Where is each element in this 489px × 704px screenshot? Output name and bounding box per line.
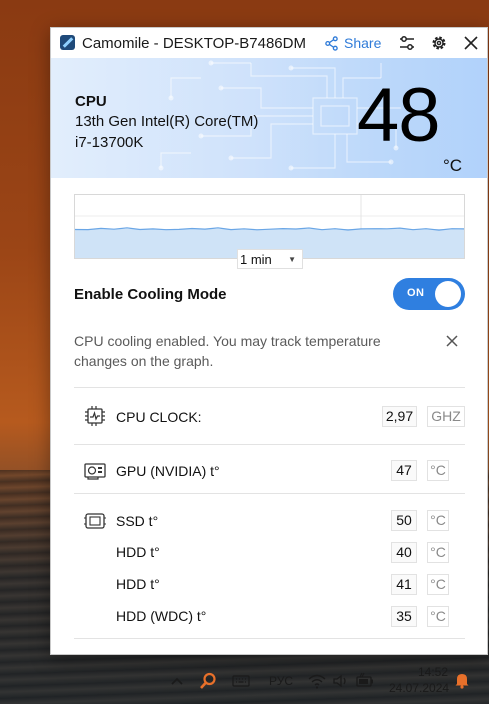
divider [74,493,465,494]
app-window: Camomile - DESKTOP-B7486DM Share CPU 13t… [50,27,488,655]
share-icon [325,35,338,51]
cpu-clock-label: CPU CLOCK: [116,409,202,425]
taskbar-clock-date[interactable]: 24.07.2024 [389,681,449,695]
graph-range-value: 1 min [240,251,272,267]
cpu-temperature-header: CPU 13th Gen Intel(R) Core(TM) i7-13700K… [51,58,487,178]
chevron-down-icon: ▼ [288,255,296,264]
gpu-temp-label: GPU (NVIDIA) t° [116,463,220,479]
cpu-model-name: 13th Gen Intel(R) Core(TM) i7-13700K [75,113,259,151]
wifi-icon[interactable] [307,671,327,691]
toggle-knob [435,281,461,307]
notification-bell-icon[interactable] [452,670,472,690]
gpu-temp-value: 47 [391,460,417,481]
dismiss-notice-icon[interactable] [445,334,459,348]
cooling-notice-text: CPU cooling enabled. You may track tempe… [74,333,381,369]
title-bar: Camomile - DESKTOP-B7486DM Share [51,28,487,58]
toggle-state-label: ON [407,287,425,299]
share-button[interactable]: Share [324,33,381,53]
chevron-up-icon[interactable] [167,671,187,691]
ssd-temp-value: 50 [391,510,417,531]
window-title: Camomile - DESKTOP-B7486DM [82,35,306,52]
hdd-temp-label: HDD t° [116,544,160,560]
hdd-wdc-temp-label: HDD (WDC) t° [116,608,207,624]
hdd-temp-value: 41 [391,574,417,595]
hdd-temp-label: HDD t° [116,576,160,592]
cooling-mode-label: Enable Cooling Mode [74,286,227,303]
gear-icon[interactable] [430,34,448,52]
hdd-temp-value: 40 [391,542,417,563]
cpu-clock-value: 2,97 [382,406,417,427]
gpu-temp-unit: °C [427,460,449,481]
hdd-wdc-temp-unit: °C [427,606,449,627]
share-label: Share [344,35,382,51]
speaker-icon[interactable] [331,671,351,691]
storage-drive-icon [84,513,106,529]
settings-sliders-icon[interactable] [398,34,416,52]
cpu-clock-unit: GHZ [427,406,465,427]
close-icon[interactable] [462,34,480,52]
divider [74,387,465,388]
battery-charging-icon[interactable] [355,671,375,691]
hdd-temp-unit: °C [427,542,449,563]
divider [74,444,465,445]
camomile-app-icon [60,35,75,50]
device-type-label: CPU [75,93,107,110]
ssd-temp-label: SSD t° [116,513,159,529]
cpu-temperature-unit: °C [443,156,463,175]
ssd-temp-unit: °C [427,510,449,531]
divider [74,638,465,639]
taskbar-clock-time[interactable]: 14:52 [418,665,448,679]
hdd-wdc-temp-value: 35 [391,606,417,627]
search-icon[interactable] [198,671,218,691]
keyboard-icon[interactable] [231,671,251,691]
hdd-temp-unit: °C [427,574,449,595]
cooling-mode-toggle[interactable]: ON [393,278,465,310]
cpu-chip-pulse-icon [85,406,105,426]
input-language-indicator[interactable]: РУС [269,674,293,688]
cpu-temperature-value: 48 [357,73,441,158]
gpu-card-icon [84,463,106,480]
graph-range-select[interactable]: 1 min ▼ [237,249,303,269]
